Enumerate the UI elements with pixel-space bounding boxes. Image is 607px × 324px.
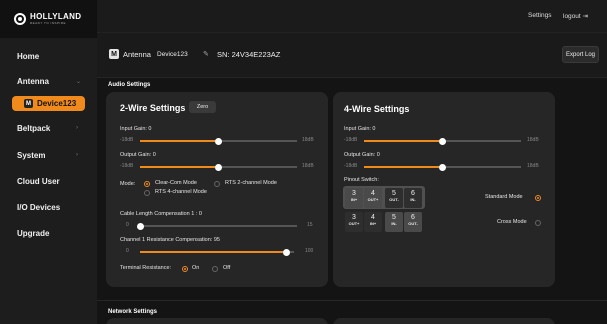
resistance-comp-min: 0 — [126, 248, 129, 254]
standard-mode-radio[interactable] — [535, 195, 541, 201]
top-bar: Settings logout ⇥ — [97, 0, 607, 32]
sidebar-item-antenna[interactable]: Antenna — [17, 77, 49, 86]
mode-label: Mode: — [120, 181, 136, 187]
brand-mark-icon — [14, 13, 26, 25]
network-settings-title: Network Settings — [108, 309, 158, 315]
sidebar-item-upgrade[interactable]: Upgrade — [17, 229, 49, 238]
sidebar-item-beltpack[interactable]: Beltpack — [17, 124, 50, 133]
sidebar-item-device[interactable]: M Device123 — [12, 96, 85, 111]
mode-radio-rts2[interactable] — [214, 181, 220, 187]
network-card-right — [333, 318, 555, 324]
four-output-gain-min: -18dB — [344, 163, 358, 169]
pin-cell: 4 IN+ — [364, 212, 382, 232]
app-root: HOLLYLAND READY TO INSPIRE Home Antenna … — [0, 0, 607, 324]
terminal-on-radio[interactable] — [182, 266, 188, 272]
pin-cell: 4 OUT+ — [364, 188, 382, 208]
brand-logo: HOLLYLAND READY TO INSPIRE — [0, 0, 97, 38]
chevron-right-icon: › — [76, 125, 78, 131]
four-output-gain-max: 18dB — [527, 163, 539, 169]
cable-length-min: 0 — [126, 222, 129, 228]
mode-option-clearcom: Clear-Com Mode — [155, 180, 197, 186]
input-gain-max: 18dB — [302, 137, 314, 143]
logout-icon: ⇥ — [582, 13, 588, 20]
sidebar-item-cloud-user[interactable]: Cloud User — [17, 177, 60, 186]
resistance-comp-max: 100 — [305, 248, 314, 254]
mode-option-rts2: RTS 2-channel Mode — [225, 180, 277, 186]
device-serial: SN: 24V34E223AZ — [217, 50, 281, 59]
slider-handle[interactable] — [282, 248, 290, 256]
slider-handle[interactable] — [439, 137, 446, 145]
slider-fill — [140, 140, 219, 142]
pin-cell: 5 IN- — [385, 212, 403, 232]
pin-cell: 5 OUT- — [385, 188, 403, 208]
network-card-left — [106, 318, 328, 324]
brand-tagline: READY TO INSPIRE — [30, 21, 67, 25]
cross-mode-label: Cross Mode — [497, 219, 527, 225]
mode-radio-rts4[interactable] — [144, 190, 150, 196]
settings-link[interactable]: Settings — [528, 12, 552, 19]
pinout-switch-label: Pinout Switch: — [344, 177, 379, 183]
brand-name: HOLLYLAND — [30, 12, 82, 21]
slider-fill — [364, 140, 443, 142]
four-input-gain-min: -18dB — [344, 137, 358, 143]
slider-fill — [140, 166, 219, 168]
zero-button[interactable]: Zero — [189, 101, 216, 113]
audio-settings-title: Audio Settings — [108, 82, 151, 88]
four-input-gain-max: 18dB — [527, 137, 539, 143]
input-gain-min: -18dB — [120, 137, 134, 143]
export-log-button[interactable]: Export Log — [562, 46, 599, 63]
resistance-comp-label: Channel 1 Resistance Compensation: 95 — [120, 237, 220, 243]
chevron-down-icon: ⌄ — [76, 79, 82, 85]
chevron-right-icon: › — [76, 152, 78, 158]
terminal-resistance-label: Terminal Resistance: — [120, 265, 172, 271]
device-header: M Antenna Device123 ✎ SN: 24V34E223AZ Ex… — [97, 32, 607, 78]
mode-radio-clearcom[interactable] — [144, 181, 150, 187]
two-wire-title: 2-Wire Settings — [120, 103, 186, 113]
cross-mode-radio[interactable] — [535, 220, 541, 226]
cable-length-label: Cable Length Compensation 1 : 0 — [120, 211, 202, 217]
slider-handle[interactable] — [215, 163, 222, 171]
terminal-on-label: On — [192, 265, 200, 271]
slider-handle[interactable] — [215, 137, 222, 145]
sidebar: HOLLYLAND READY TO INSPIRE Home Antenna … — [0, 0, 97, 324]
four-input-gain-label: Input Gain: 0 — [344, 126, 376, 132]
four-wire-title: 4-Wire Settings — [344, 104, 410, 114]
sidebar-item-io-devices[interactable]: I/O Devices — [17, 203, 60, 212]
terminal-off-label: Off — [223, 265, 231, 271]
sidebar-device-label: Device123 — [37, 99, 77, 108]
slider-track — [140, 225, 297, 227]
divider — [97, 300, 607, 301]
device-type: Antenna — [123, 50, 151, 59]
edit-icon[interactable]: ✎ — [203, 50, 209, 58]
device-name: Device123 — [157, 51, 188, 58]
standard-mode-label: Standard Mode — [485, 194, 523, 200]
pin-cell: 3 IN+ — [345, 188, 363, 208]
device-icon: M — [24, 99, 33, 108]
pin-cell: 3 OUT+ — [345, 212, 363, 232]
output-gain-min: -18dB — [120, 163, 134, 169]
mode-option-rts4: RTS 4-channel Mode — [155, 189, 207, 195]
four-output-gain-label: Output Gain: 0 — [344, 152, 380, 158]
logout-label: logout — [563, 13, 581, 20]
sidebar-item-home[interactable]: Home — [17, 52, 39, 61]
slider-fill — [364, 166, 443, 168]
logout-link[interactable]: logout ⇥ — [563, 12, 588, 20]
cable-length-max: 15 — [307, 222, 313, 228]
output-gain-max: 18dB — [302, 163, 314, 169]
device-icon: M — [109, 49, 119, 59]
slider-fill — [140, 251, 287, 253]
slider-handle[interactable] — [136, 222, 144, 230]
slider-handle[interactable] — [439, 163, 446, 171]
pin-cell: 6 OUT- — [404, 212, 422, 232]
pin-cell: 6 IN- — [404, 188, 422, 208]
sidebar-item-system[interactable]: System — [17, 151, 45, 160]
input-gain-label: Input Gain: 0 — [120, 126, 152, 132]
output-gain-label: Output Gain: 0 — [120, 152, 156, 158]
two-wire-card — [106, 92, 328, 287]
terminal-off-radio[interactable] — [212, 266, 218, 272]
